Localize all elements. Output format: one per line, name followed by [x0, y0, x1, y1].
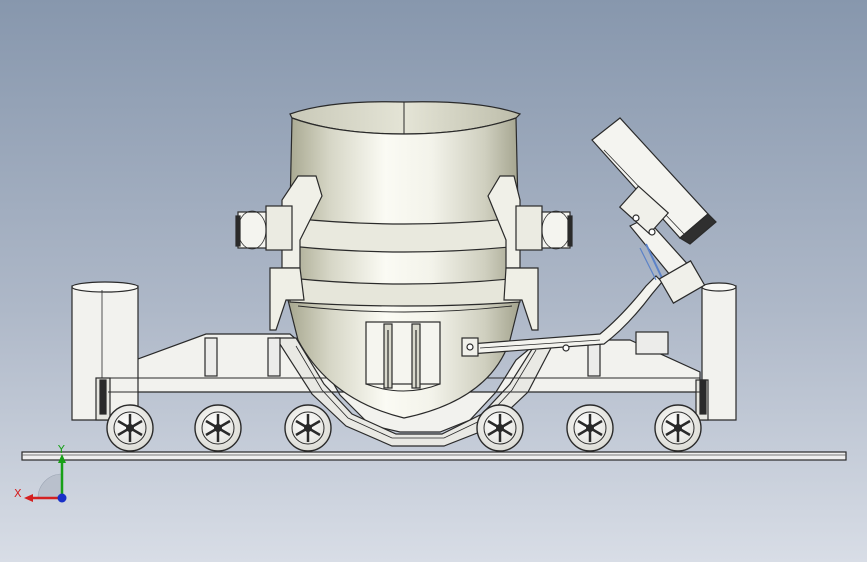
wheel-icon [284, 404, 332, 452]
wheel-icon [566, 404, 614, 452]
wheel-icon [106, 404, 154, 452]
wheel-icon [476, 404, 524, 452]
rail [21, 451, 847, 461]
y-axis-label: Y [57, 443, 65, 456]
wheel-icon [654, 404, 702, 452]
wheel-icon [194, 404, 242, 452]
cad-scene[interactable]: X Y [0, 0, 867, 562]
cad-viewport[interactable]: X Y [0, 0, 867, 562]
x-axis-label: X [14, 487, 22, 500]
